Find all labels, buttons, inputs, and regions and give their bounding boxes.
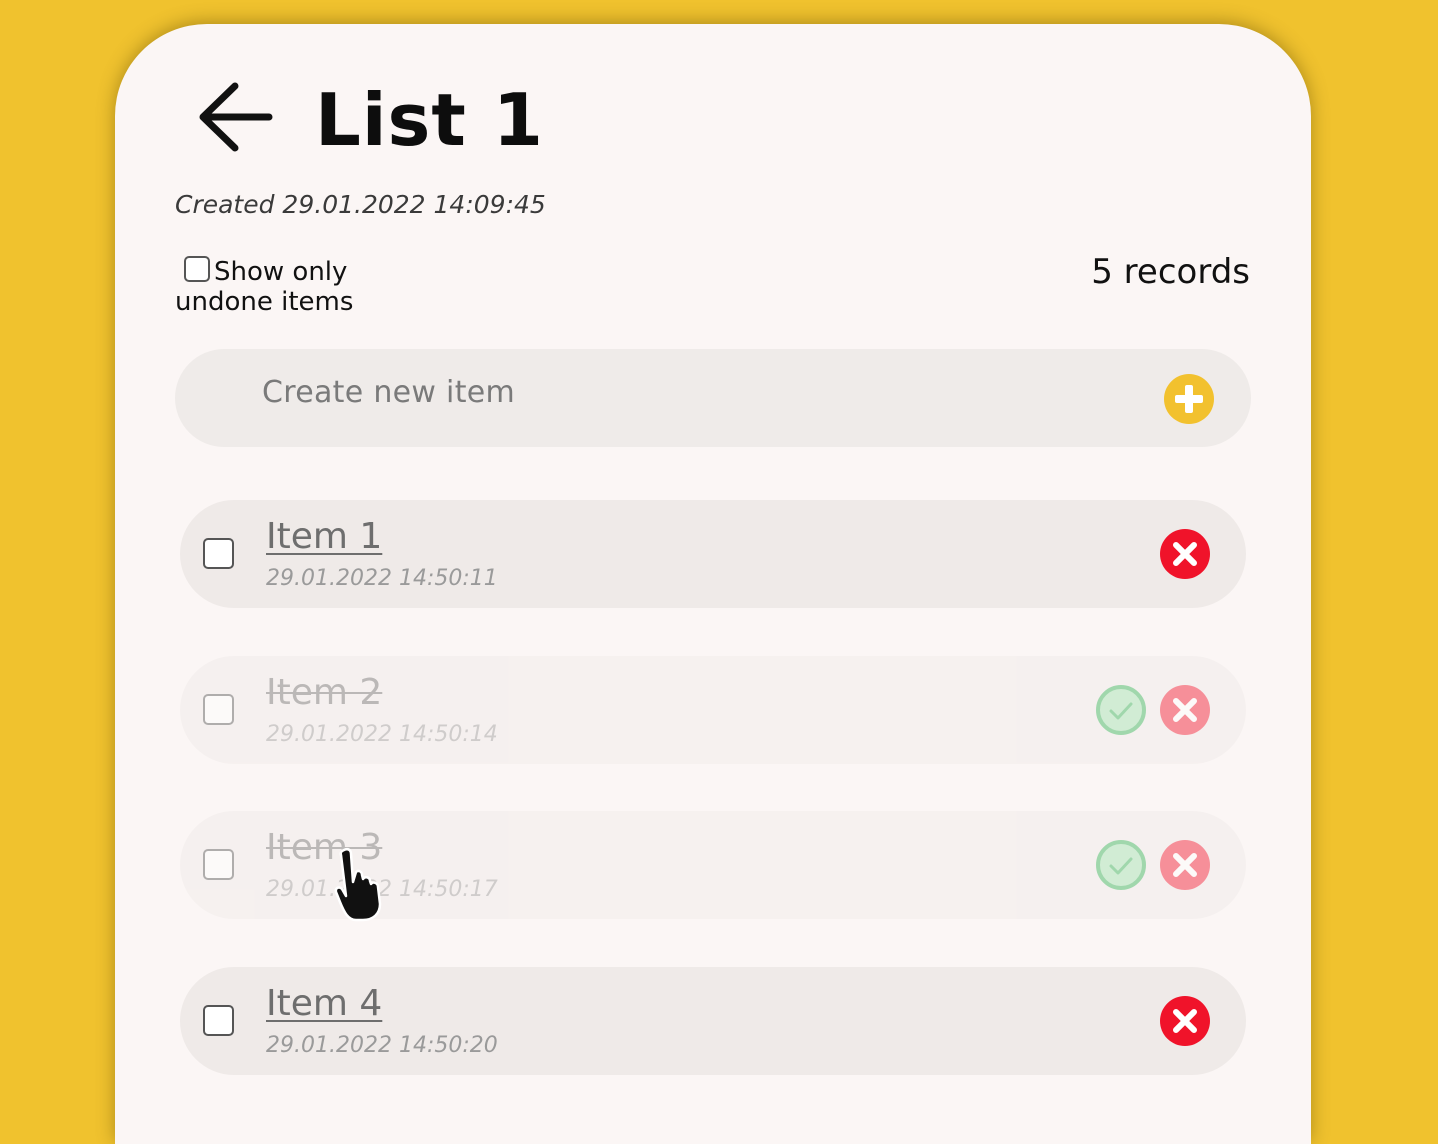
confirm-done-icon[interactable]: [1096, 685, 1146, 735]
page-title: List 1: [315, 78, 544, 162]
app-screen: List 1 Created 29.01.2022 14:09:45 Show …: [115, 24, 1311, 1144]
item-done-checkbox[interactable]: [203, 694, 234, 725]
delete-item-icon[interactable]: [1160, 996, 1210, 1046]
show-undone-checkbox[interactable]: [184, 256, 210, 282]
list-item: Item 1 29.01.2022 14:50:11: [180, 500, 1246, 608]
item-date: 29.01.2022 14:50:11: [266, 566, 498, 591]
delete-item-icon[interactable]: [1160, 840, 1210, 890]
item-name[interactable]: Item 1: [266, 516, 382, 557]
item-done-checkbox[interactable]: [203, 538, 234, 569]
item-date: 29.01.2022 14:50:14: [266, 722, 498, 747]
delete-item-icon[interactable]: [1160, 685, 1210, 735]
created-timestamp: Created 29.01.2022 14:09:45: [175, 190, 546, 219]
item-done-checkbox[interactable]: [203, 1005, 234, 1036]
delete-item-icon[interactable]: [1160, 529, 1210, 579]
back-arrow-icon[interactable]: [193, 76, 275, 158]
add-item-icon[interactable]: [1164, 374, 1214, 424]
new-item-bar: Create new item: [175, 349, 1251, 447]
list-item: Item 4 29.01.2022 14:50:20: [180, 967, 1246, 1075]
item-name[interactable]: Item 2: [266, 672, 382, 713]
item-name[interactable]: Item 4: [266, 983, 382, 1024]
item-date: 29.01.2022 14:50:20: [266, 1033, 498, 1058]
new-item-input[interactable]: Create new item: [262, 375, 515, 410]
item-done-checkbox[interactable]: [203, 849, 234, 880]
hand-pointer-icon: [334, 847, 382, 922]
records-count: 5 records: [1091, 252, 1250, 292]
filter-label-line2: undone items: [175, 287, 354, 317]
list-item: Item 2 29.01.2022 14:50:14: [180, 656, 1246, 764]
confirm-done-icon[interactable]: [1096, 840, 1146, 890]
filter-label-line1: Show only: [214, 257, 348, 287]
undone-filter: Show only undone items: [175, 256, 395, 317]
